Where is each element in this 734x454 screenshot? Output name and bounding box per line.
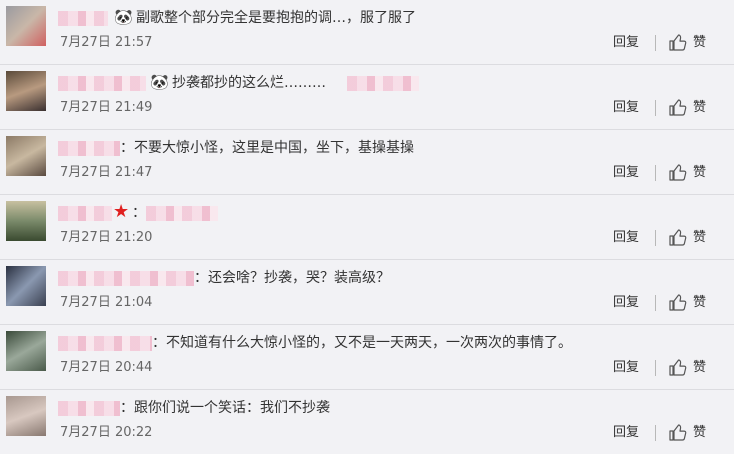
reply-button[interactable]: 回复 (613, 164, 639, 182)
like-label: 赞 (693, 295, 707, 310)
panda-emoji-icon: 🐼 (150, 73, 169, 91)
action-divider (655, 230, 656, 246)
panda-emoji-icon: 🐼 (114, 8, 133, 26)
comment-text: ：跟你们说一个笑话：我们不抄袭 (120, 400, 330, 416)
blurred-comment-content (146, 206, 218, 221)
comment-time: 7月27日 20:22 (60, 425, 153, 440)
avatar[interactable] (6, 201, 46, 241)
avatar[interactable] (6, 6, 46, 46)
blurred-username[interactable] (58, 11, 108, 26)
comment-item: ：还会啥？抄袭，哭？装高级？ 7月27日 21:04 回复 赞 (0, 260, 734, 325)
avatar[interactable] (6, 331, 46, 371)
like-label: 赞 (693, 35, 707, 50)
blurred-mention (347, 76, 419, 91)
comment-text: ：不知道有什么大惊小怪的，又不是一天两天，一次两次的事情了。 (152, 335, 572, 351)
thumbs-up-icon (669, 359, 687, 376)
blurred-username[interactable] (58, 336, 152, 351)
action-divider (655, 100, 656, 116)
avatar[interactable] (6, 136, 46, 176)
avatar[interactable] (6, 396, 46, 436)
comment-text: ： (132, 205, 146, 221)
blurred-username[interactable] (58, 76, 146, 91)
action-divider (655, 35, 656, 51)
reply-button[interactable]: 回复 (613, 424, 639, 442)
comment-time: 7月27日 20:44 (60, 360, 153, 375)
thumbs-up-icon (669, 294, 687, 311)
reply-button[interactable]: 回复 (613, 34, 639, 52)
blurred-username[interactable] (58, 401, 120, 416)
blurred-username[interactable] (58, 271, 194, 286)
comment-item: ：不知道有什么大惊小怪的，又不是一天两天，一次两次的事情了。 7月27日 20:… (0, 325, 734, 390)
avatar[interactable] (6, 266, 46, 306)
thumbs-up-icon (669, 229, 687, 246)
like-label: 赞 (693, 100, 707, 115)
reply-button[interactable]: 回复 (613, 359, 639, 377)
thumbs-up-icon (669, 424, 687, 441)
comment-text: ：不要大惊小怪，这里是中国，坐下，基操基操 (120, 140, 414, 156)
action-divider (655, 295, 656, 311)
comment-time: 7月27日 21:04 (60, 295, 153, 310)
thumbs-up-icon (669, 164, 687, 181)
action-divider (655, 165, 656, 181)
avatar[interactable] (6, 71, 46, 111)
comment-item: 🐼 抄袭都抄的这么烂……… 7月27日 21:49 回复 赞 (0, 65, 734, 130)
action-divider (655, 360, 656, 376)
comment-text: 抄袭都抄的这么烂……… (172, 75, 326, 91)
like-label: 赞 (693, 360, 707, 375)
comment-item: ：不要大惊小怪，这里是中国，坐下，基操基操 7月27日 21:47 回复 赞 (0, 130, 734, 195)
comment-time: 7月27日 21:47 (60, 165, 153, 180)
reply-button[interactable]: 回复 (613, 229, 639, 247)
star-badge-icon: ★ (113, 201, 130, 222)
reply-button[interactable]: 回复 (613, 99, 639, 117)
comment-text: ：还会啥？抄袭，哭？装高级？ (194, 270, 390, 286)
comment-text: 副歌整个部分完全是要抱抱的调…，服了服了 (136, 10, 416, 26)
comment-item: ：跟你们说一个笑话：我们不抄袭 7月27日 20:22 回复 赞 (0, 390, 734, 454)
comment-item: 🐼 副歌整个部分完全是要抱抱的调…，服了服了 7月27日 21:57 回复 赞 (0, 0, 734, 65)
reply-button[interactable]: 回复 (613, 294, 639, 312)
like-label: 赞 (693, 165, 707, 180)
thumbs-up-icon (669, 99, 687, 116)
action-divider (655, 425, 656, 441)
comment-time: 7月27日 21:20 (60, 230, 153, 245)
like-label: 赞 (693, 230, 707, 245)
blurred-username[interactable] (58, 206, 112, 221)
comment-list: 🐼 副歌整个部分完全是要抱抱的调…，服了服了 7月27日 21:57 回复 赞 … (0, 0, 734, 454)
thumbs-up-icon (669, 34, 687, 51)
comment-time: 7月27日 21:57 (60, 35, 153, 50)
like-label: 赞 (693, 425, 707, 440)
blurred-username[interactable] (58, 141, 120, 156)
comment-item: ★ ： 7月27日 21:20 回复 赞 (0, 195, 734, 260)
comment-time: 7月27日 21:49 (60, 100, 153, 115)
